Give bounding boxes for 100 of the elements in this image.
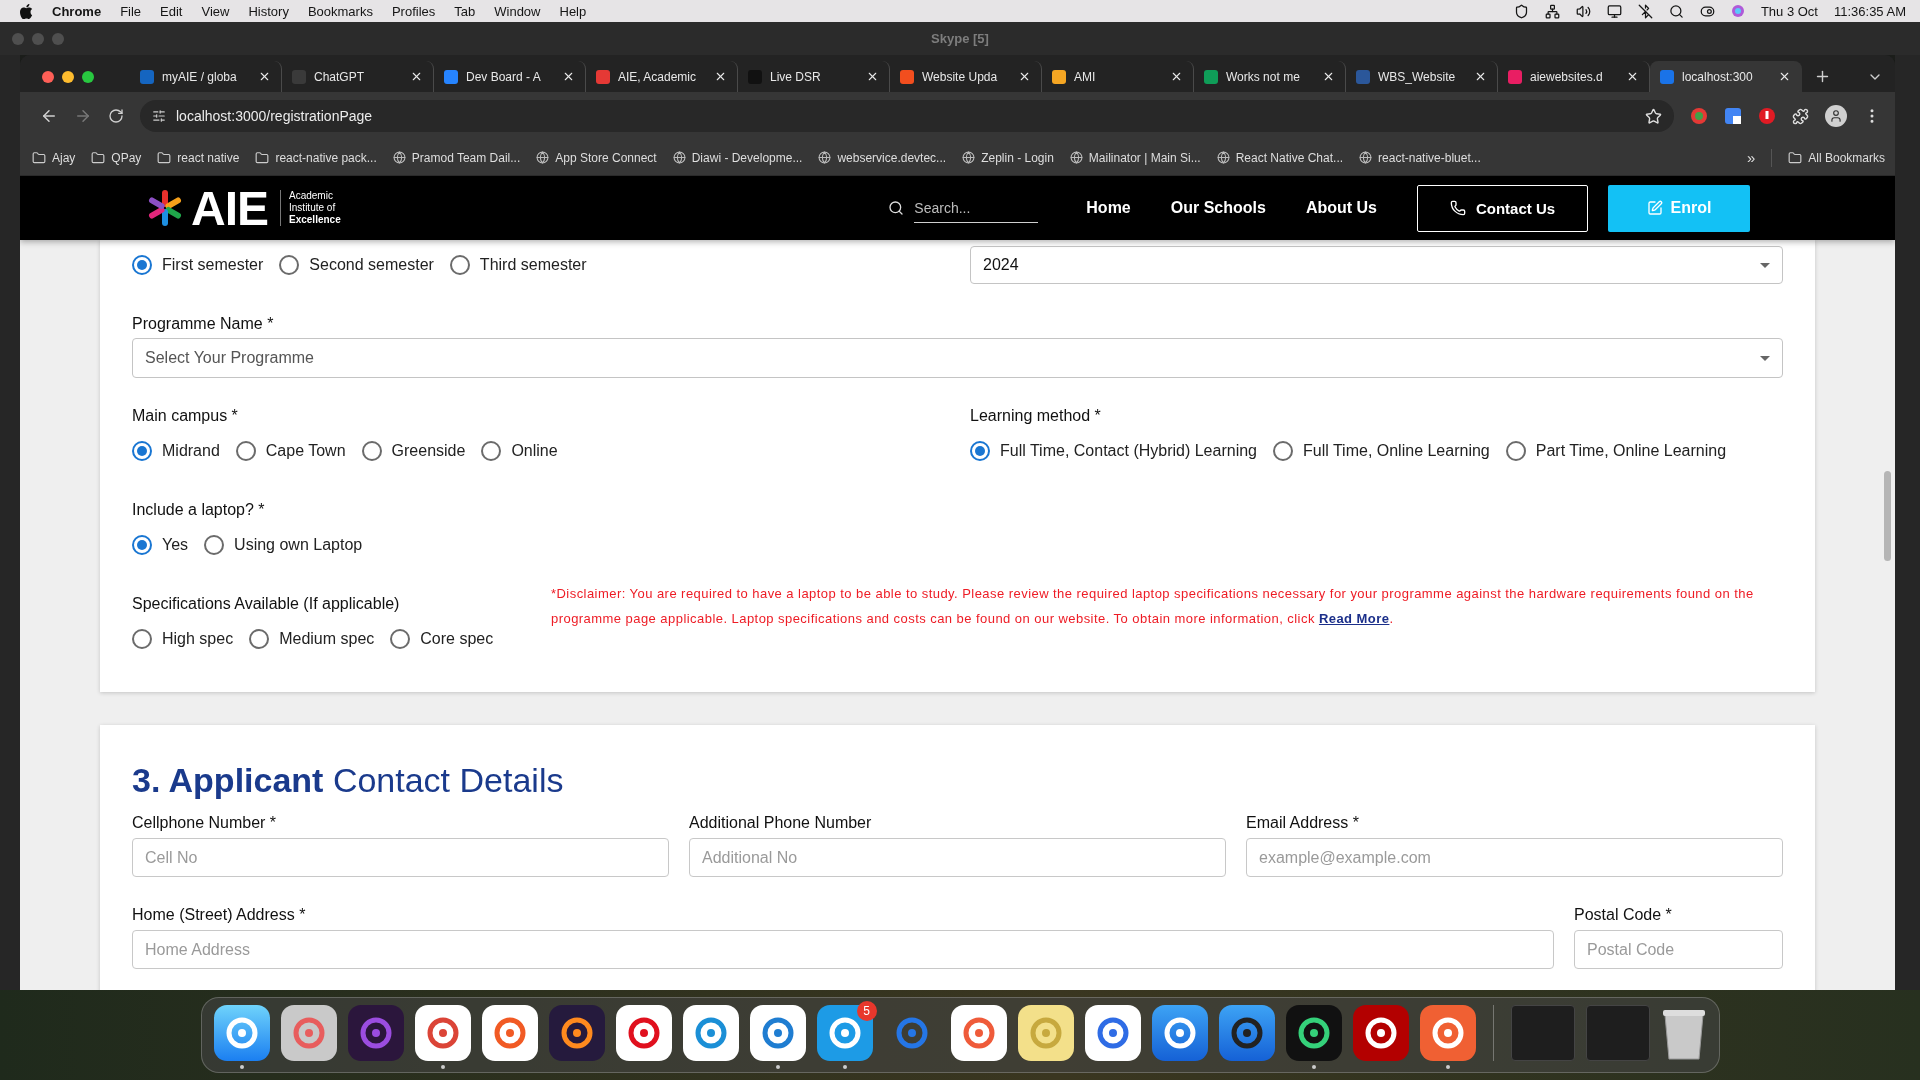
bookmark-item[interactable]: react-native pack... [255, 150, 377, 165]
radio-button[interactable] [970, 441, 990, 461]
app-icon[interactable] [950, 1005, 1007, 1061]
app-icon[interactable] [1218, 1005, 1275, 1061]
search-icon[interactable] [1668, 3, 1684, 19]
radio-button[interactable] [249, 629, 270, 649]
nav-link[interactable]: Our Schools [1170, 199, 1266, 217]
bookmark-item[interactable]: Diawi - Developme... [672, 150, 803, 165]
window-control-dot[interactable] [32, 32, 44, 45]
control-center-icon[interactable] [1699, 3, 1715, 19]
menu-item[interactable]: Profiles [391, 3, 436, 19]
menu-item[interactable]: Help [559, 3, 587, 19]
radio-button[interactable] [390, 629, 411, 649]
bookmark-item[interactable]: webservice.devtec... [818, 150, 947, 165]
menu-bar-time[interactable]: 11:36:35 AM [1833, 3, 1906, 19]
close-icon[interactable] [1626, 70, 1639, 83]
shield-icon[interactable] [1513, 3, 1529, 19]
app-icon[interactable] [1352, 1005, 1409, 1061]
volume-icon[interactable] [1575, 3, 1591, 19]
display-icon[interactable] [1606, 3, 1622, 19]
menu-item[interactable]: Edit [160, 3, 183, 19]
back-icon[interactable] [40, 107, 58, 125]
text-field[interactable]: example@example.com [1246, 838, 1783, 877]
bookmark-item[interactable]: React Native Chat... [1216, 150, 1344, 165]
bookmark-item[interactable]: Mailinator | Main Si... [1069, 150, 1201, 165]
bluetooth-off-icon[interactable] [1637, 3, 1653, 19]
orb-icon[interactable] [1730, 4, 1745, 18]
window-close-button[interactable] [42, 70, 54, 83]
extension-icon[interactable] [1758, 107, 1776, 125]
radio-button[interactable] [361, 441, 382, 461]
text-field[interactable]: Cell No [132, 838, 669, 877]
extensions-icon[interactable] [1792, 107, 1809, 125]
search-field[interactable]: Search... [914, 199, 1039, 223]
radio-button[interactable] [481, 441, 502, 461]
logo-text[interactable]: AIE [191, 180, 268, 236]
bookmark-item[interactable]: QPay [91, 150, 142, 165]
read-more-link[interactable]: Read More [1318, 611, 1390, 626]
app-icon[interactable] [481, 1005, 538, 1061]
all-bookmarks-item[interactable]: All Bookmarks [1788, 150, 1885, 165]
close-icon[interactable] [562, 70, 575, 83]
app-icon[interactable] [615, 1005, 672, 1061]
forward-icon[interactable] [74, 107, 92, 125]
close-icon[interactable] [1018, 70, 1031, 83]
radio-button[interactable] [132, 629, 152, 649]
menu-item[interactable]: Bookmarks [307, 3, 373, 19]
bookmark-item[interactable]: Ajay [32, 150, 76, 165]
bookmark-item[interactable]: Pramod Team Dail... [392, 150, 521, 165]
programme-select[interactable]: Select Your Programme [132, 338, 1783, 378]
app-icon[interactable] [1151, 1005, 1208, 1061]
bookmark-item[interactable]: Zeplin - Login [962, 150, 1054, 165]
address-bar[interactable]: localhost:3000/registrationPage [140, 100, 1674, 132]
site-info-icon[interactable] [152, 109, 166, 123]
new-tab-icon[interactable] [1814, 68, 1831, 85]
radio-button[interactable] [449, 255, 470, 275]
app-icon[interactable] [414, 1005, 471, 1061]
window-minimize-button[interactable] [62, 70, 74, 83]
window-zoom-button[interactable] [82, 70, 94, 83]
nav-link[interactable]: About Us [1305, 199, 1377, 217]
bookmark-star-icon[interactable] [1645, 107, 1662, 125]
close-icon[interactable] [1322, 70, 1335, 83]
text-field[interactable]: Postal Code [1574, 930, 1783, 969]
menu-item[interactable]: File [120, 3, 142, 19]
close-icon[interactable] [1170, 70, 1183, 83]
network-icon[interactable] [1544, 3, 1560, 19]
radio-button[interactable] [132, 441, 152, 461]
radio-button[interactable] [204, 535, 225, 555]
bookmark-item[interactable]: react-native-bluet... [1359, 150, 1481, 165]
close-icon[interactable] [866, 70, 879, 83]
app-icon[interactable] [1017, 1005, 1074, 1061]
app-icon[interactable] [1419, 1005, 1476, 1061]
radio-button[interactable] [1273, 441, 1293, 461]
window-control-dot[interactable] [12, 32, 24, 45]
app-icon[interactable] [682, 1005, 739, 1061]
menu-item[interactable]: History [248, 3, 289, 19]
window-control-dot[interactable] [52, 32, 64, 45]
window-thumbnail[interactable] [1510, 1005, 1575, 1061]
apple-logo-icon[interactable] [20, 3, 33, 19]
radio-button[interactable] [1505, 441, 1526, 461]
radio-button[interactable] [132, 535, 152, 555]
bookmark-item[interactable]: react native [157, 150, 240, 165]
app-icon[interactable] [548, 1005, 605, 1061]
close-icon[interactable] [410, 70, 423, 83]
profile-avatar[interactable] [1825, 105, 1847, 127]
menu-bar-date[interactable]: Thu 3 Oct [1760, 3, 1818, 19]
text-field[interactable]: Additional No [689, 838, 1226, 877]
app-icon[interactable] [749, 1005, 806, 1061]
contact-us-button[interactable]: Contact Us [1417, 184, 1588, 232]
menu-item[interactable]: Window [494, 3, 541, 19]
text-field[interactable]: Home Address [132, 930, 1554, 969]
window-thumbnail[interactable] [1585, 1005, 1650, 1061]
close-icon[interactable] [714, 70, 727, 83]
menu-item[interactable]: Tab [454, 3, 476, 19]
menu-item[interactable]: View [201, 3, 230, 19]
app-icon[interactable] [280, 1005, 337, 1061]
reload-icon[interactable] [108, 108, 124, 124]
radio-button[interactable] [132, 255, 152, 275]
app-icon[interactable] [816, 1005, 873, 1061]
year-select[interactable]: 2024 [970, 246, 1783, 284]
app-menu[interactable]: Chrome [52, 3, 102, 19]
app-icon[interactable] [1084, 1005, 1141, 1061]
